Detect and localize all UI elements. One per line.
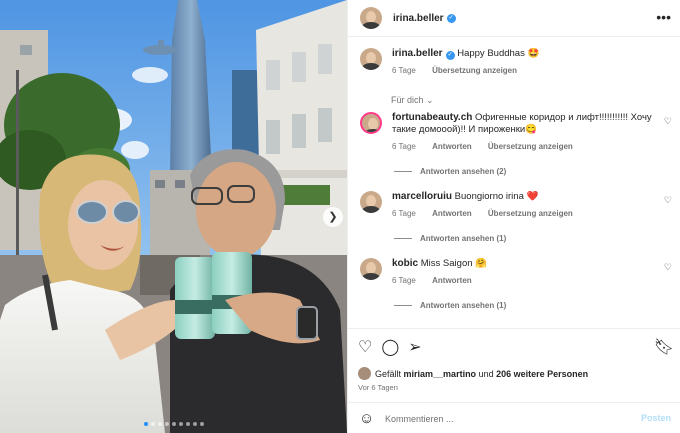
like-comment-icon[interactable]: ♡ [664, 116, 672, 127]
likes-middle: und [478, 368, 494, 379]
translate-link[interactable]: Übersetzung anzeigen [488, 142, 573, 151]
for-you-label: Für dich [391, 95, 424, 105]
post-actions: ♡ ◯ ➢ 🔖︎ Gefällt miriam__martino und 206… [348, 328, 680, 433]
view-replies-link[interactable]: Antworten ansehen (2) [394, 167, 506, 176]
carousel-dot [199, 422, 204, 426]
avatar[interactable] [360, 7, 382, 29]
heart-emoji: ❤️ [526, 191, 539, 202]
caption-text: Happy Buddhas [457, 48, 525, 59]
like-heart-icon[interactable]: ♡ [358, 339, 372, 357]
post-header: irina.beller ✓ ••• [348, 0, 680, 37]
photo-illustration [0, 0, 347, 433]
comment-bubble-icon[interactable]: ◯ [381, 339, 399, 357]
chevron-down-icon: ⌄ [426, 95, 434, 105]
comment-text: Buongiorno irina [454, 191, 524, 202]
more-options-icon[interactable]: ••• [656, 10, 671, 24]
carousel-dot [150, 422, 155, 426]
carousel-dots [0, 422, 347, 426]
post-side-panel: irina.beller ✓ ••• irina.beller ✓ Happy B… [347, 0, 680, 433]
carousel-dot [143, 422, 148, 426]
verified-badge-icon: ✓ [446, 13, 456, 23]
avatar[interactable] [360, 112, 382, 134]
likes-user[interactable]: miriam__martino [404, 369, 477, 379]
avatar[interactable] [360, 191, 382, 213]
like-comment-icon[interactable]: ♡ [664, 262, 672, 273]
caption-age: 6 Tage [392, 66, 416, 75]
translate-link[interactable]: Übersetzung anzeigen [488, 209, 573, 218]
carousel-dot [164, 422, 169, 426]
avatar [358, 367, 371, 380]
emoji-icon[interactable]: ☺ [359, 411, 374, 426]
bookmark-icon[interactable]: 🔖︎ [654, 339, 674, 357]
comment-emoji: 🤗 [475, 258, 487, 269]
carousel-dot [171, 422, 176, 426]
comment-composer: ☺ Posten [348, 402, 680, 433]
translate-link[interactable]: Übersetzung anzeigen [432, 66, 517, 75]
view-replies-link[interactable]: Antworten ansehen (1) [394, 234, 506, 243]
comment-emoji: 😋 [525, 124, 538, 135]
avatar[interactable] [360, 48, 382, 70]
reply-link[interactable]: Antworten [432, 209, 472, 218]
like-comment-icon[interactable]: ♡ [664, 195, 672, 206]
next-slide-button[interactable]: ❯ [323, 207, 343, 227]
post-age[interactable]: Vor 6 Tagen [358, 383, 398, 392]
caption-emoji: 🤩 [527, 48, 540, 59]
verified-badge-icon: ✓ [445, 51, 455, 60]
view-replies-link[interactable]: Antworten ansehen (1) [394, 301, 506, 310]
carousel-dot [157, 422, 162, 426]
author-username[interactable]: irina.beller [393, 13, 444, 24]
comment-age: 6 Tage [392, 142, 416, 151]
share-send-icon[interactable]: ➢ [408, 339, 421, 357]
carousel-dot [178, 422, 183, 426]
carousel-dot [185, 422, 190, 426]
likes-summary: Gefällt miriam__martino und 206 weitere … [358, 367, 588, 380]
likes-prefix: Gefällt [375, 368, 402, 379]
comment-username[interactable]: marcelloruiu [392, 191, 452, 202]
for-you-filter[interactable]: Für dich ⌄ [391, 95, 434, 106]
comment-age: 6 Tage [392, 209, 416, 218]
comment-text: Miss Saigon [420, 258, 473, 269]
reply-link[interactable]: Antworten [432, 276, 472, 285]
comment-input[interactable] [385, 410, 615, 428]
post-comment-button[interactable]: Posten [641, 413, 671, 423]
comments-list[interactable]: irina.beller ✓ Happy Buddhas 🤩 6 Tage Übe… [348, 38, 680, 328]
caption-username[interactable]: irina.beller [392, 48, 443, 59]
avatar[interactable] [360, 258, 382, 280]
instagram-post-modal: ❯ irina.beller ✓ ••• irina.beller ✓ Happ… [0, 0, 680, 433]
comment-username[interactable]: kobic [392, 258, 418, 269]
comment-username[interactable]: fortunabeauty.ch [392, 112, 472, 123]
carousel-dot [192, 422, 197, 426]
post-photo[interactable]: ❯ [0, 0, 347, 433]
likes-others[interactable]: 206 weitere Personen [496, 369, 588, 379]
comment-age: 6 Tage [392, 276, 416, 285]
reply-link[interactable]: Antworten [432, 142, 472, 151]
